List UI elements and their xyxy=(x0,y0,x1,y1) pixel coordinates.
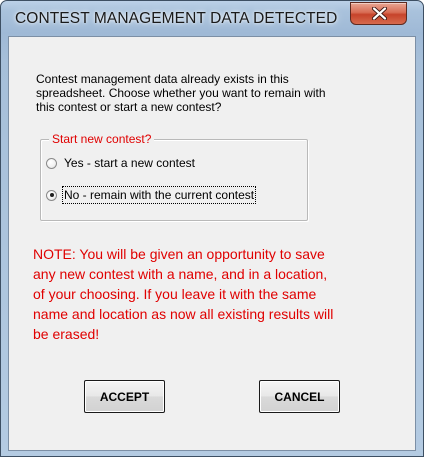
cancel-button[interactable]: CANCEL xyxy=(259,380,340,413)
window-title: CONTEST MANAGEMENT DATA DETECTED xyxy=(15,10,338,27)
radio-button-icon[interactable] xyxy=(46,157,57,169)
option-no-remain-contest[interactable]: No - remain with the current contest xyxy=(46,186,257,204)
note-text: NOTE: You will be given an opportunity t… xyxy=(33,246,334,342)
dialog-window: CONTEST MANAGEMENT DATA DETECTED Contest… xyxy=(0,0,424,457)
close-x-icon xyxy=(372,7,387,20)
option-yes-new-contest[interactable]: Yes - start a new contest xyxy=(46,154,196,172)
accept-button[interactable]: ACCEPT xyxy=(84,380,165,413)
title-bar[interactable]: CONTEST MANAGEMENT DATA DETECTED xyxy=(1,1,423,35)
option-yes-label[interactable]: Yes - start a new contest xyxy=(63,155,196,171)
start-new-contest-group: Start new contest? Yes - start a new con… xyxy=(40,132,308,221)
intro-text: Contest management data already exists i… xyxy=(36,72,326,114)
radio-button-selected-icon[interactable] xyxy=(46,189,57,201)
close-button[interactable] xyxy=(350,2,407,25)
option-no-label[interactable]: No - remain with the current contest xyxy=(61,186,257,204)
dialog-body: Contest management data already exists i… xyxy=(8,36,416,451)
group-legend: Start new contest? xyxy=(49,132,155,146)
